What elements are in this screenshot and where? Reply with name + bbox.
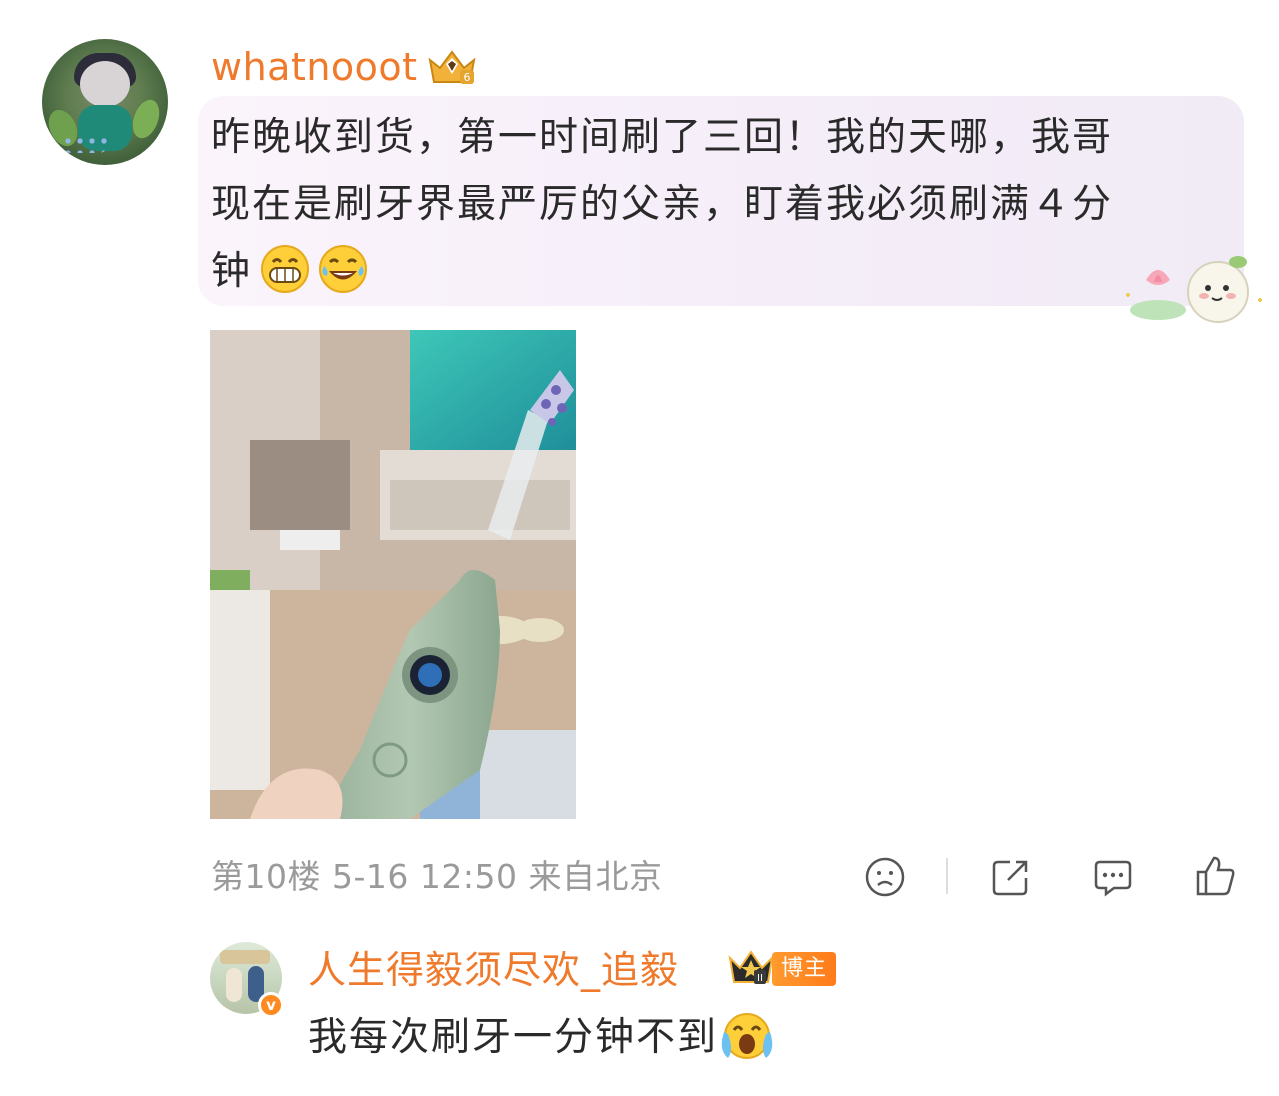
share-icon[interactable] [990, 856, 1032, 898]
sad-face-icon[interactable] [864, 856, 906, 898]
comment-line-3-text: 钟 [211, 249, 253, 294]
crying-face-icon [721, 1013, 773, 1059]
reply-text: 我每次刷牙一分钟不到 [308, 1010, 776, 1066]
comment-meta: 第10楼 5-16 12:50 来自北京 [211, 855, 663, 899]
laughing-tears-icon [319, 245, 368, 293]
grinning-face-icon [261, 245, 310, 293]
lotus-sticker-icon [1126, 256, 1262, 323]
reply-text-content: 我每次刷牙一分钟不到 [308, 1015, 719, 1060]
floor-number: 第10楼 [211, 857, 321, 896]
toothbrush-photo-illustration [210, 330, 576, 819]
action-divider [946, 858, 948, 894]
comment-icon[interactable] [1092, 856, 1134, 898]
comment-username[interactable]: whatnooot [211, 42, 418, 92]
reply-username[interactable]: 人生得毅须尽欢_追毅 [308, 945, 679, 995]
comment-line-3: 钟 [211, 238, 1231, 305]
like-icon[interactable] [1194, 854, 1238, 898]
svg-text:6: 6 [464, 71, 471, 84]
verified-badge-icon: v [258, 992, 284, 1018]
post-location: 来自北京 [528, 857, 663, 896]
comment-text: 昨晚收到货，第一时间刷了三回！我的天哪，我哥 现在是刷牙界最严厉的父亲，盯着我必… [211, 104, 1231, 305]
post-date: 5-16 12:50 [332, 857, 518, 896]
comment-photo[interactable] [210, 330, 576, 819]
host-badge: 博主 [772, 952, 836, 986]
gold-crown-icon: 6 [428, 50, 476, 84]
comment-line-1: 昨晚收到货，第一时间刷了三回！我的天哪，我哥 [211, 115, 1114, 160]
comment-line-2: 现在是刷牙界最严厉的父亲，盯着我必须刷满４分 [211, 182, 1114, 227]
user-avatar[interactable] [42, 39, 168, 165]
svg-text:II: II [757, 973, 763, 984]
black-crown-icon: II [728, 950, 774, 984]
